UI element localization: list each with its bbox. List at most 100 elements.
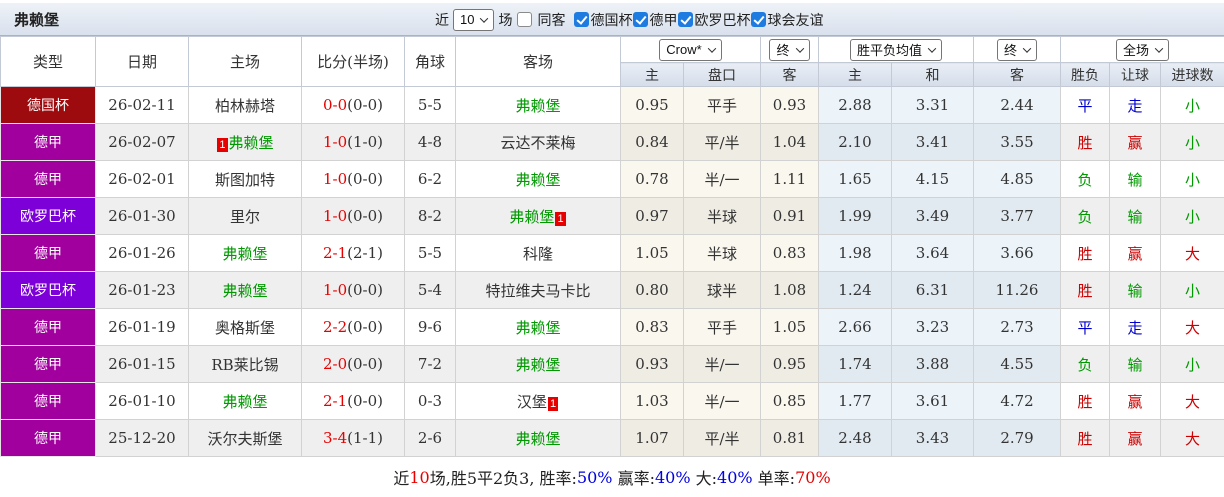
corners-cell: 9-6 [405, 309, 456, 346]
handicap-home-odds: 0.95 [621, 87, 684, 124]
corners-cell: 7-2 [405, 346, 456, 383]
result-handicap: 走 [1110, 87, 1161, 124]
handicap-time-select[interactable]: 终 [769, 39, 809, 61]
handicap-line: 半球 [684, 235, 761, 272]
date-cell: 26-01-30 [96, 198, 189, 235]
scope-select-value: 全场 [1123, 40, 1149, 59]
handicap-line: 半/一 [684, 383, 761, 420]
home-team-cell: 里尔 [189, 198, 302, 235]
mean-home-odds: 1.77 [819, 383, 892, 420]
handicap-home-odds: 0.84 [621, 124, 684, 161]
result-outcome: 胜 [1061, 235, 1110, 272]
mean-time-select[interactable]: 终 [997, 39, 1037, 61]
summary-segment: 赢率: [613, 465, 655, 489]
handicap-line: 半/一 [684, 346, 761, 383]
filter-checkbox[interactable] [633, 12, 648, 27]
mean-away-odds: 3.66 [974, 235, 1061, 272]
corners-cell: 6-2 [405, 161, 456, 198]
home-team-cell: 1弗赖堡 [189, 124, 302, 161]
team-name: 弗赖堡 [222, 282, 267, 300]
result-handicap: 输 [1110, 272, 1161, 309]
result-handicap: 赢 [1110, 383, 1161, 420]
team-name: RB莱比锡 [211, 356, 278, 374]
col-result-handicap: 让球 [1110, 63, 1161, 87]
handicap-line: 平/半 [684, 124, 761, 161]
col-score: 比分(半场) [302, 37, 405, 87]
handicap-line: 半/一 [684, 161, 761, 198]
league-badge: 欧罗巴杯 [1, 272, 96, 309]
scope-select[interactable]: 全场 [1116, 39, 1169, 61]
handicap-line: 平手 [684, 309, 761, 346]
team-name: 里尔 [230, 208, 260, 226]
match-row: 德甲26-01-26弗赖堡2-1(2-1)5-5科隆1.05半球0.831.98… [1, 235, 1224, 272]
handicap-away-odds: 1.08 [761, 272, 819, 309]
team-name: 弗赖堡 [515, 356, 560, 374]
team-name: 奥格斯堡 [215, 319, 275, 337]
result-outcome: 负 [1061, 346, 1110, 383]
handicap-away-odds: 1.04 [761, 124, 819, 161]
result-goals: 小 [1161, 87, 1224, 124]
mean-odds-select[interactable]: 胜平负均值 [850, 39, 942, 61]
page-title: 弗赖堡 [14, 9, 59, 30]
team-name: 弗赖堡 [222, 245, 267, 263]
away-team-cell: 弗赖堡 [456, 161, 621, 198]
col-handicap-away: 客 [761, 63, 819, 87]
home-team-cell: 弗赖堡 [189, 383, 302, 420]
filter-checkbox[interactable] [574, 12, 589, 27]
bookmaker-select-value: Crow* [666, 42, 701, 57]
score-cell: 2-0(0-0) [302, 346, 405, 383]
match-row: 德甲26-01-19奥格斯堡2-2(0-0)9-6弗赖堡0.83平手1.052.… [1, 309, 1224, 346]
away-team-cell: 科隆 [456, 235, 621, 272]
col-result-outcome: 胜负 [1061, 63, 1110, 87]
mean-draw-odds: 3.88 [892, 346, 974, 383]
match-row: 欧罗巴杯26-01-23弗赖堡1-0(0-0)5-4特拉维夫马卡比0.80球半1… [1, 272, 1224, 309]
filter-label: 德国杯 [590, 10, 632, 30]
same-away-checkbox[interactable] [517, 12, 532, 27]
corners-cell: 2-6 [405, 420, 456, 457]
handicap-home-odds: 0.93 [621, 346, 684, 383]
chevron-down-icon [480, 14, 488, 22]
match-row: 德甲26-01-15RB莱比锡2-0(0-0)7-2弗赖堡0.93半/一0.95… [1, 346, 1224, 383]
summary-segment: 单率: [753, 465, 795, 489]
mean-time-value: 终 [1004, 40, 1017, 59]
home-team-cell: 柏林赫塔 [189, 87, 302, 124]
mean-draw-odds: 3.41 [892, 124, 974, 161]
col-handicap-line: 盘口 [684, 63, 761, 87]
mean-away-odds: 3.55 [974, 124, 1061, 161]
result-goals: 小 [1161, 272, 1224, 309]
mean-home-odds: 1.74 [819, 346, 892, 383]
away-team-cell: 弗赖堡 [456, 420, 621, 457]
handicap-home-odds: 1.03 [621, 383, 684, 420]
result-handicap: 输 [1110, 346, 1161, 383]
mean-away-odds: 4.55 [974, 346, 1061, 383]
recent-count-select[interactable]: 10 [453, 9, 494, 31]
match-row: 德甲26-02-01斯图加特1-0(0-0)6-2弗赖堡0.78半/一1.111… [1, 161, 1224, 198]
handicap-home-odds: 0.83 [621, 309, 684, 346]
score-cell: 2-2(0-0) [302, 309, 405, 346]
mean-draw-odds: 3.43 [892, 420, 974, 457]
mean-away-odds: 4.72 [974, 383, 1061, 420]
bookmaker-select[interactable]: Crow* [659, 39, 721, 61]
match-row: 德甲25-12-20沃尔夫斯堡3-4(1-1)2-6弗赖堡1.07平/半0.81… [1, 420, 1224, 457]
score-cell: 3-4(1-1) [302, 420, 405, 457]
away-team-cell: 弗赖堡1 [456, 198, 621, 235]
filter-label: 德甲 [649, 10, 677, 30]
filter-checkbox[interactable] [678, 12, 693, 27]
handicap-away-odds: 1.05 [761, 309, 819, 346]
recent-count-value: 10 [460, 12, 474, 27]
corners-cell: 0-3 [405, 383, 456, 420]
handicap-away-odds: 0.95 [761, 346, 819, 383]
matches-label: 场 [498, 10, 512, 30]
mean-away-odds: 2.44 [974, 87, 1061, 124]
summary-segment: 40% [717, 468, 753, 487]
home-team-cell: 弗赖堡 [189, 272, 302, 309]
date-cell: 26-01-19 [96, 309, 189, 346]
handicap-away-odds: 0.93 [761, 87, 819, 124]
score-cell: 1-0(0-0) [302, 198, 405, 235]
score-cell: 1-0(0-0) [302, 272, 405, 309]
result-goals: 大 [1161, 420, 1224, 457]
recent-label: 近 [435, 10, 449, 30]
filter-checkbox[interactable] [751, 12, 766, 27]
result-handicap: 走 [1110, 309, 1161, 346]
league-badge: 德甲 [1, 309, 96, 346]
